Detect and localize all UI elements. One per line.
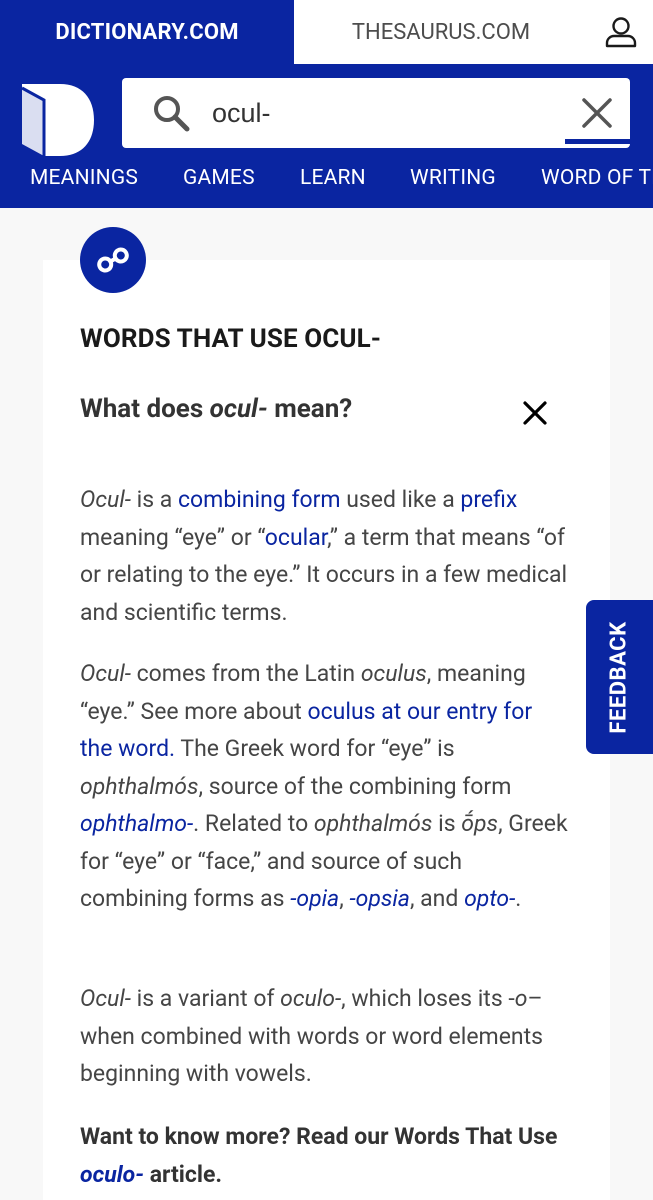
tab-dictionary[interactable]: DICTIONARY.COM — [0, 0, 294, 64]
link-oculo-article[interactable]: oculo- — [80, 1161, 144, 1188]
word-list-badge — [80, 227, 146, 293]
link-icon — [97, 247, 129, 273]
card-title: WORDS THAT USE OCUL- — [80, 324, 382, 354]
read-more-paragraph: Want to know more? Read our Words That U… — [80, 1123, 558, 1188]
link-opto[interactable]: opto- — [464, 885, 515, 912]
feedback-label: FEEDBACK — [607, 620, 633, 734]
link-ophthalmo[interactable]: ophthalmo- — [80, 810, 193, 837]
top-tab-bar: DICTIONARY.COM THESAURUS.COM — [0, 0, 653, 64]
close-icon[interactable] — [522, 400, 548, 426]
link-combining-form[interactable]: combining form — [178, 486, 341, 513]
search-icon[interactable] — [152, 94, 190, 132]
nav-item-word-of-the-day[interactable]: WORD OF THE DAY — [541, 166, 653, 190]
question-heading: What does ocul- mean? — [80, 394, 353, 424]
nav-item-meanings[interactable]: MEANINGS — [30, 166, 138, 190]
definition-paragraph: Ocul- is a combining form used like a pr… — [80, 486, 568, 626]
nav-item-writing[interactable]: WRITING — [410, 166, 496, 190]
user-icon — [605, 17, 636, 48]
link-prefix[interactable]: prefix — [460, 486, 517, 513]
site-header: MEANINGS GAMES LEARN WRITING WORD OF THE… — [0, 64, 653, 208]
link-opia[interactable]: -opia — [290, 885, 339, 912]
variant-paragraph: Ocul- is a variant of oculo-, which lose… — [80, 985, 543, 1087]
link-opsia[interactable]: -opsia — [349, 885, 410, 912]
nav-scroll-indicator — [565, 139, 653, 144]
tab-thesaurus[interactable]: THESAURUS.COM — [294, 0, 588, 64]
main-nav: MEANINGS GAMES LEARN WRITING WORD OF THE… — [0, 160, 653, 202]
etymology-paragraph: Ocul- comes from the Latin oculus, meani… — [80, 660, 568, 912]
nav-item-learn[interactable]: LEARN — [300, 166, 366, 190]
search-input[interactable] — [212, 88, 572, 138]
clear-icon[interactable] — [580, 96, 614, 130]
account-button[interactable] — [588, 0, 653, 64]
link-ocular[interactable]: ocular — [265, 524, 327, 551]
search-bar — [122, 78, 630, 148]
nav-item-games[interactable]: GAMES — [183, 166, 255, 190]
dictionary-logo[interactable] — [22, 84, 94, 156]
feedback-button[interactable]: FEEDBACK — [586, 600, 653, 754]
